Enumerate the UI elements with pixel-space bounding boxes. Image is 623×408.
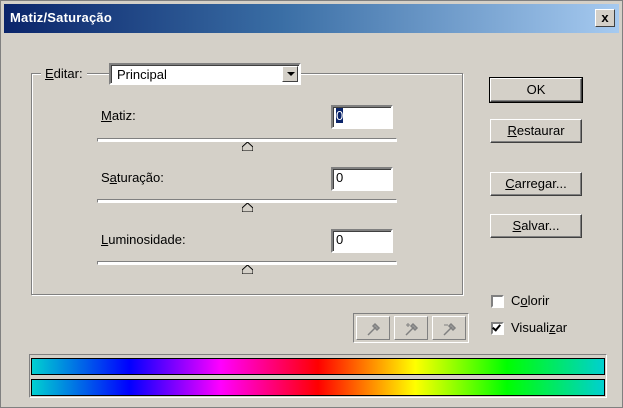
close-button[interactable]: x <box>595 9 615 27</box>
saturation-slider-thumb[interactable] <box>242 203 253 212</box>
saturation-input[interactable]: 0 <box>331 167 393 191</box>
title-bar[interactable]: Matiz/Saturação x <box>4 4 619 33</box>
hue-label: Matiz: <box>101 108 136 123</box>
hue-saturation-dialog: Matiz/Saturação x Editar: Principal Mati… <box>0 0 623 408</box>
colorize-checkbox[interactable] <box>491 295 504 308</box>
lightness-slider-thumb[interactable] <box>242 265 253 274</box>
editor-label: Editar: <box>41 63 87 85</box>
load-button[interactable]: Carregar... <box>490 172 582 196</box>
lightness-label: Luminosidade: <box>101 232 186 247</box>
save-button[interactable]: Salvar... <box>490 214 582 238</box>
eyedropper-plus-button[interactable] <box>394 316 428 340</box>
hue-slider-thumb[interactable] <box>242 142 253 151</box>
editor-select[interactable]: Principal <box>109 63 301 85</box>
preview-label[interactable]: Visualizar <box>511 320 567 336</box>
eyedropper-button[interactable] <box>356 316 390 340</box>
preview-checkbox[interactable] <box>491 322 504 335</box>
saturation-label: Saturação: <box>101 170 164 185</box>
eyedropper-minus-icon <box>443 322 457 336</box>
lightness-input[interactable]: 0 <box>331 229 393 253</box>
eyedropper-plus-icon <box>405 322 419 336</box>
colorize-label[interactable]: Colorir <box>511 293 549 309</box>
eyedropper-toolgroup <box>353 313 469 343</box>
output-spectrum-bar <box>31 379 605 396</box>
eyedropper-icon <box>367 322 381 336</box>
window-title: Matiz/Saturação <box>10 10 112 25</box>
input-spectrum-bar <box>31 358 605 375</box>
ok-button[interactable]: OK <box>489 77 583 103</box>
editor-select-value: Principal <box>117 67 167 82</box>
reset-button[interactable]: Restaurar <box>490 119 582 143</box>
hue-input[interactable]: 0 <box>331 105 393 129</box>
eyedropper-minus-button[interactable] <box>432 316 466 340</box>
chevron-down-icon[interactable] <box>282 66 298 82</box>
